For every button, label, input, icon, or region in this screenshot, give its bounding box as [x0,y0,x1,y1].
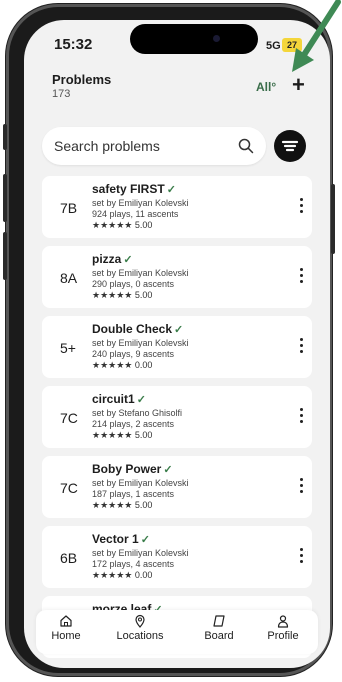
problem-stats: 214 plays, 2 ascents [92,419,175,429]
more-options-icon[interactable] [300,478,304,496]
more-options-icon[interactable] [300,198,304,216]
check-icon: ✓ [166,184,176,196]
app-screen: 15:32 5G 27 Problems 173 All° + Search p… [24,20,330,668]
dynamic-island [130,24,258,54]
search-icon[interactable] [238,138,254,154]
problem-grade: 7C [60,410,78,426]
problem-grade: 7B [60,200,78,216]
problem-rating: ★★★★★ 5.00 [92,430,153,440]
page-title: Problems [52,72,112,87]
nav-label: Board [204,630,234,642]
problem-grade: 7C [60,480,78,496]
problem-rating: ★★★★★ 0.00 [92,570,153,580]
camera-icon [213,35,220,42]
problem-card[interactable]: 6B Vector 1 ✓ set by Emiliyan Kolevski 17… [42,526,312,588]
problem-grade: 5+ [60,340,76,356]
check-icon: ✓ [123,254,133,266]
problem-stats: 240 plays, 9 ascents [92,349,175,359]
problem-name: safety FIRST ✓ [92,182,176,196]
problem-rating: ★★★★★ 5.00 [92,220,153,230]
problem-rating: ★★★★★ 0.00 [92,360,153,370]
problem-setter: set by Emiliyan Kolevski [92,338,189,348]
problem-setter: set by Emiliyan Kolevski [92,198,189,208]
search-input[interactable] [54,136,234,156]
nav-locations[interactable]: Locations [100,614,180,642]
home-icon [60,615,72,627]
problem-name: Double Check ✓ [92,322,184,336]
problem-card[interactable]: 7C circuit1 ✓ set by Stefano Ghisolfi 214… [42,386,312,448]
sort-button[interactable] [274,130,306,162]
nav-home[interactable]: Home [46,614,86,642]
network-indicator: 5G [266,40,281,52]
problem-card[interactable]: 8A pizza ✓ set by Emiliyan Kolevski 290 p… [42,246,312,308]
problem-rating: ★★★★★ 5.00 [92,290,153,300]
status-time: 15:32 [54,36,93,53]
check-icon: ✓ [163,464,173,476]
page-header: Problems 173 All° + [24,68,330,108]
power-button [331,184,335,254]
more-options-icon[interactable] [300,338,304,356]
filter-all-button[interactable]: All° [256,80,276,94]
problem-setter: set by Emiliyan Kolevski [92,268,189,278]
problem-grade: 8A [60,270,78,286]
nav-label: Home [51,630,81,642]
mute-switch [3,124,7,150]
check-icon: ✓ [174,324,184,336]
check-icon: ✓ [136,394,146,406]
more-options-icon[interactable] [300,268,304,286]
more-options-icon[interactable] [300,408,304,426]
volume-down-button [3,232,7,280]
star-icons: ★★★★★ [92,500,133,510]
problem-stats: 290 plays, 0 ascents [92,279,175,289]
board-icon [213,615,225,627]
problem-setter: set by Emiliyan Kolevski [92,548,189,558]
problem-setter: set by Emiliyan Kolevski [92,478,189,488]
nav-label: Profile [267,630,299,642]
bottom-nav: Home Locations Board Profile [36,610,318,654]
nav-label: Locations [116,630,164,642]
sort-icon [281,140,299,152]
problem-count: 173 [52,88,71,100]
problem-stats: 924 plays, 11 ascents [92,209,179,219]
more-options-icon[interactable] [300,548,304,566]
phone-frame: 15:32 5G 27 Problems 173 All° + Search p… [3,4,335,676]
problem-grade: 6B [60,550,78,566]
nav-board[interactable]: Board [194,614,244,642]
problem-card[interactable]: 5+ Double Check ✓ set by Emiliyan Kolevsk… [42,316,312,378]
problem-name: Boby Power ✓ [92,462,173,476]
problem-setter: set by Stefano Ghisolfi [92,408,183,418]
annotation-arrow-icon [292,0,341,72]
check-icon: ✓ [140,534,150,546]
star-icons: ★★★★★ [92,430,133,440]
volume-up-button [3,174,7,222]
star-icons: ★★★★★ [92,220,133,230]
star-icons: ★★★★★ [92,570,133,580]
problem-card[interactable]: 7B safety FIRST ✓ set by Emiliyan Kolevsk… [42,176,312,238]
status-bar: 15:32 5G 27 [24,20,330,60]
problem-name: pizza ✓ [92,252,133,266]
problem-card[interactable]: 7C Boby Power ✓ set by Emiliyan Kolevski … [42,456,312,518]
problem-name: Vector 1 ✓ [92,532,150,546]
profile-icon [277,615,289,628]
search-bar[interactable] [42,127,266,165]
star-icons: ★★★★★ [92,360,133,370]
nav-profile[interactable]: Profile [258,614,308,642]
problem-stats: 187 plays, 1 ascents [92,489,175,499]
star-icons: ★★★★★ [92,290,133,300]
location-pin-icon [135,614,145,628]
problem-stats: 172 plays, 4 ascents [92,559,175,569]
problem-rating: ★★★★★ 5.00 [92,500,153,510]
problem-name: circuit1 ✓ [92,392,146,406]
